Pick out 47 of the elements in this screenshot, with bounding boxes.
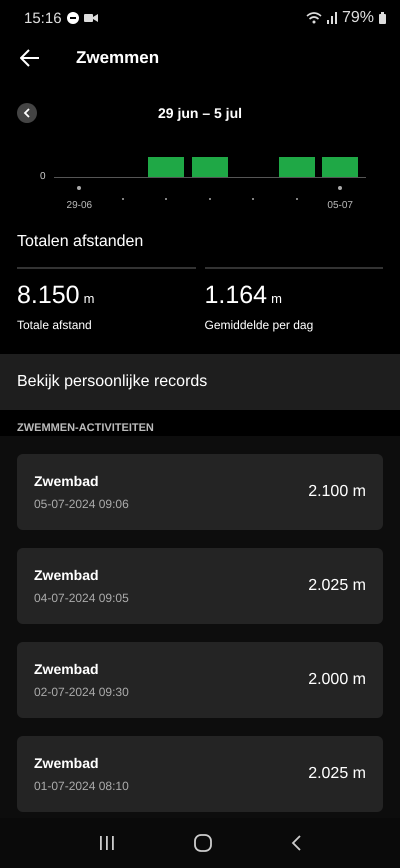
battery-icon bbox=[379, 12, 386, 24]
activity-date: 01-07-2024 08:10 bbox=[34, 779, 129, 793]
list-heading: ZWEMMEN-ACTIVITEITEN bbox=[16, 421, 155, 436]
stat-label: Totale afstand bbox=[17, 318, 93, 332]
activity-card[interactable]: Zwembad 01-07-2024 08:10 2.025 m bbox=[17, 736, 383, 812]
date-label: 29-06 bbox=[66, 200, 92, 211]
back-icon[interactable] bbox=[290, 835, 301, 851]
stat-value: 1.164 bbox=[204, 281, 268, 310]
screen-title: Zwemmen bbox=[76, 48, 160, 68]
activity-name: Zwembad bbox=[34, 755, 100, 771]
do-not-disturb-icon bbox=[66, 12, 79, 24]
personal-records-link[interactable]: Bekijk persoonlijke records bbox=[0, 354, 400, 410]
date-range: 29 jun – 5 jul bbox=[156, 105, 244, 121]
wifi-icon bbox=[306, 12, 322, 24]
activity-date: 05-07-2024 09:06 bbox=[34, 497, 129, 511]
activity-distance: 2.025 m bbox=[308, 765, 366, 783]
day-tick bbox=[208, 198, 211, 200]
stat-label: Gemiddelde per dag bbox=[204, 318, 314, 332]
day-tick bbox=[296, 198, 298, 200]
home-icon[interactable] bbox=[194, 834, 212, 852]
stat-value: 8.150 bbox=[17, 281, 80, 310]
activity-name: Zwembad bbox=[34, 661, 100, 677]
stat-unit: m bbox=[271, 291, 282, 306]
activity-distance: 2.100 m bbox=[308, 483, 366, 501]
axis-label: 0 bbox=[40, 171, 46, 182]
video-camera-icon bbox=[84, 13, 98, 23]
status-time: 15:16 bbox=[24, 10, 62, 26]
date-label: 05-07 bbox=[327, 200, 353, 211]
battery-percentage: 79% bbox=[342, 9, 374, 27]
signal-icon bbox=[326, 12, 337, 24]
activity-card[interactable]: Zwembad 02-07-2024 09:30 2.000 m bbox=[17, 642, 383, 718]
day-dot bbox=[338, 186, 342, 190]
activity-date: 04-07-2024 09:05 bbox=[34, 591, 129, 605]
chevron-left-icon bbox=[23, 108, 31, 118]
activity-date: 02-07-2024 09:30 bbox=[34, 685, 129, 699]
day-tick bbox=[165, 198, 168, 200]
activity-name: Zwembad bbox=[34, 567, 100, 583]
activity-distance: 2.000 m bbox=[308, 671, 366, 689]
activity-name: Zwembad bbox=[34, 473, 100, 489]
activity-card[interactable]: Zwembad 04-07-2024 09:05 2.025 m bbox=[17, 548, 383, 624]
section-title: Totalen afstanden bbox=[17, 233, 144, 252]
activity-card[interactable]: Zwembad 05-07-2024 09:06 2.100 m bbox=[17, 454, 383, 530]
back-arrow-icon[interactable] bbox=[20, 49, 40, 67]
stat-unit: m bbox=[84, 291, 94, 306]
recent-apps-icon[interactable] bbox=[99, 836, 116, 850]
activity-distance: 2.025 m bbox=[308, 577, 366, 595]
previous-week-button[interactable] bbox=[17, 103, 37, 123]
